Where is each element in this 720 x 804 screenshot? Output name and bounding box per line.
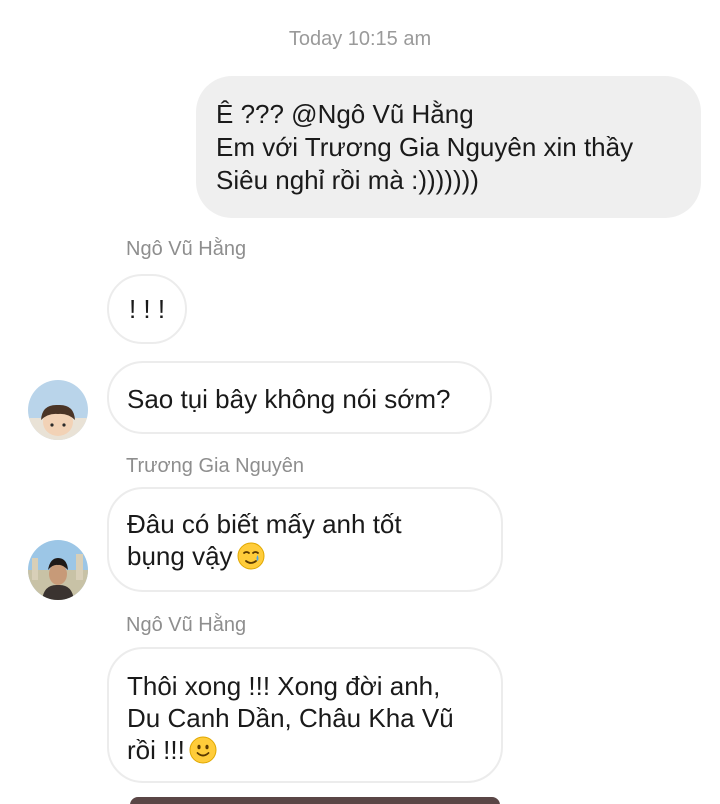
message-line: Thôi xong !!! Xong đời anh, xyxy=(127,671,441,701)
message-line: Đâu có biết mấy anh tốt xyxy=(127,509,402,539)
message-line: Du Canh Dần, Châu Kha Vũ xyxy=(127,703,454,733)
message-line: Ê ??? @Ngô Vũ Hằng xyxy=(216,99,474,129)
message-line-with-emoji: bụng vậy xyxy=(127,540,501,577)
message-timestamp: Today 10:15 am xyxy=(288,28,432,50)
slightly-smiling-face-icon xyxy=(189,736,217,771)
sender-name: Ngô Vũ Hằng xyxy=(126,614,247,636)
incoming-message-bubble[interactable]: ! ! ! xyxy=(107,274,187,344)
incoming-message-bubble[interactable]: Sao tụi bây không nói sớm? xyxy=(107,361,492,434)
chat-screen: Today 10:15 am Ê ??? @Ngô Vũ Hằng Em với… xyxy=(0,0,720,804)
avatar[interactable] xyxy=(28,380,88,440)
message-line: rồi !!! xyxy=(127,735,185,765)
avatar[interactable] xyxy=(28,540,88,600)
sender-name: Ngô Vũ Hằng xyxy=(126,238,247,260)
message-line: Siêu nghỉ rồi mà :))))))) xyxy=(216,165,479,195)
next-message-bubble-edge xyxy=(130,797,500,804)
message-line: bụng vậy xyxy=(127,541,233,571)
message-line: Sao tụi bây không nói sớm? xyxy=(127,384,451,414)
incoming-message-bubble[interactable]: Thôi xong !!! Xong đời anh, Du Canh Dần,… xyxy=(107,647,503,783)
message-line: Em với Trương Gia Nguyên xin thầy xyxy=(216,132,634,162)
smiling-face-with-tear-icon xyxy=(237,542,265,577)
outgoing-message-bubble[interactable]: Ê ??? @Ngô Vũ Hằng Em với Trương Gia Ngu… xyxy=(196,76,701,218)
incoming-message-bubble[interactable]: Đâu có biết mấy anh tốt bụng vậy xyxy=(107,487,503,592)
message-line-with-emoji: rồi !!! xyxy=(127,734,501,771)
sender-name: Trương Gia Nguyên xyxy=(126,455,305,477)
message-line: ! ! ! xyxy=(128,294,166,324)
